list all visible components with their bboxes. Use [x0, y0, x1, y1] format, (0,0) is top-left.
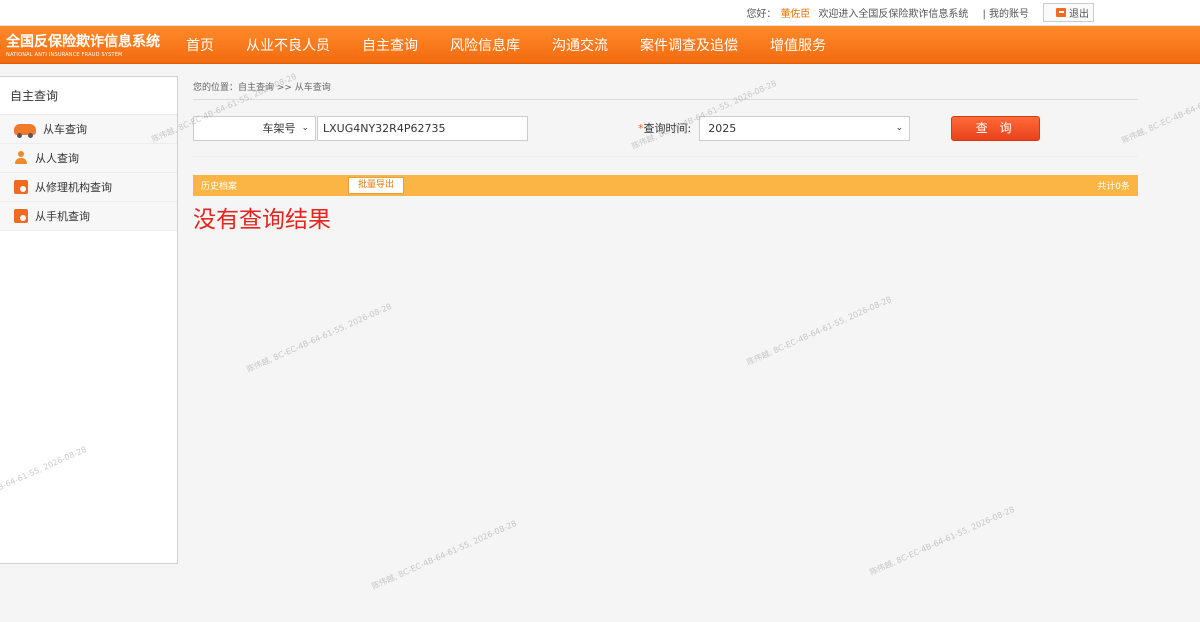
welcome-text: 欢迎进入全国反保险欺诈信息系统 [818, 9, 969, 20]
logo-title: 全国反保险欺诈信息系统 [6, 34, 160, 50]
nav-item-value-added[interactable]: 增值服务 [770, 35, 826, 55]
watermark: 陈伟越, 8C-EC-4B-64-61-55, 2026-08-28 [745, 294, 893, 368]
query-time-value: 2025 [708, 121, 737, 135]
query-type-select[interactable]: 车架号 ⌄ [193, 115, 316, 141]
my-account-link[interactable]: | 我的账号 [982, 5, 1029, 20]
sidebar-title: 自主查询 [0, 77, 177, 115]
sidebar-item-phone-query[interactable]: 从手机查询 [0, 202, 177, 231]
watermark: 陈伟越, 8C-EC-4B-64-61-55, 2026-08-28 [868, 504, 1016, 578]
car-icon [14, 123, 36, 138]
top-bar: 您好： 董佐臣 欢迎进入全国反保险欺诈信息系统 | 我的账号 退出 [0, 0, 1200, 26]
logout-label: 退出 [1069, 9, 1089, 20]
logo: 全国反保险欺诈信息系统 NATIONAL ANTI INSURANCE FRAU… [0, 31, 176, 58]
sidebar-item-label: 从车查询 [43, 123, 87, 136]
sidebar: 自主查询 从车查询 从人查询 从修理机构查询 从手机查询 [0, 76, 178, 564]
main-content: 您的位置：自主查询 >> 从车查询 车架号 ⌄ LXUG4NY32R4P6273… [193, 76, 1138, 234]
chevron-down-icon: ⌄ [895, 123, 904, 133]
query-time-select[interactable]: 2025 ⌄ [699, 115, 911, 141]
sidebar-item-vehicle-query[interactable]: 从车查询 [0, 115, 177, 144]
nav-item-bad-personnel[interactable]: 从业不良人员 [246, 35, 330, 55]
greeting-text: 您好： [746, 9, 777, 20]
query-time-label: *查询时间: [638, 120, 691, 136]
nav-item-risk-db[interactable]: 风险信息库 [450, 35, 520, 55]
sidebar-item-person-query[interactable]: 从人查询 [0, 144, 177, 173]
chevron-down-icon: ⌄ [301, 123, 309, 133]
query-time-label-text: 查询时间: [643, 122, 692, 135]
query-type-value: 车架号 [262, 122, 296, 135]
nav-item-case-investigation[interactable]: 案件调查及追偿 [640, 35, 738, 55]
watermark: 陈伟越, 8C-EC-4B-64-61-55, 2026-08-28 [245, 301, 393, 375]
query-button[interactable]: 查 询 [951, 115, 1041, 141]
batch-export-button[interactable]: 批量导出 [348, 177, 405, 194]
watermark: 陈伟越, 8C-EC-4B-64-61-55, 2026-08-28 [370, 518, 518, 592]
sidebar-item-label: 从手机查询 [35, 210, 90, 223]
main-nav: 全国反保险欺诈信息系统 NATIONAL ANTI INSURANCE FRAU… [0, 26, 1200, 64]
search-form: 车架号 ⌄ LXUG4NY32R4P62735 *查询时间: 2025 ⌄ 查 … [193, 100, 1138, 157]
sidebar-item-repair-query[interactable]: 从修理机构查询 [0, 173, 177, 202]
breadcrumb: 您的位置：自主查询 >> 从车查询 [193, 76, 1138, 100]
logo-subtitle: NATIONAL ANTI INSURANCE FRAUD SYSTEM [6, 52, 123, 58]
nav-item-home[interactable]: 首页 [186, 35, 214, 55]
nav-item-communication[interactable]: 沟通交流 [552, 35, 608, 55]
logout-icon [1056, 8, 1066, 17]
result-count: 共计0条 [1097, 182, 1130, 192]
document-icon [14, 209, 28, 223]
logout-button[interactable]: 退出 [1043, 3, 1094, 22]
vin-input[interactable]: LXUG4NY32R4P62735 [317, 115, 528, 141]
sidebar-item-label: 从人查询 [35, 152, 79, 165]
person-icon [14, 151, 28, 165]
history-label: 历史档案 [201, 182, 238, 192]
username-link[interactable]: 董佐臣 [780, 5, 810, 20]
nav-menu: 首页 从业不良人员 自主查询 风险信息库 沟通交流 案件调查及追偿 增值服务 [176, 35, 842, 55]
nav-item-self-query[interactable]: 自主查询 [362, 35, 418, 55]
result-header-bar: 历史档案 批量导出 共计0条 [193, 175, 1138, 196]
sidebar-item-label: 从修理机构查询 [35, 181, 112, 194]
document-icon [14, 180, 28, 194]
no-result-message: 没有查询结果 [193, 207, 331, 233]
